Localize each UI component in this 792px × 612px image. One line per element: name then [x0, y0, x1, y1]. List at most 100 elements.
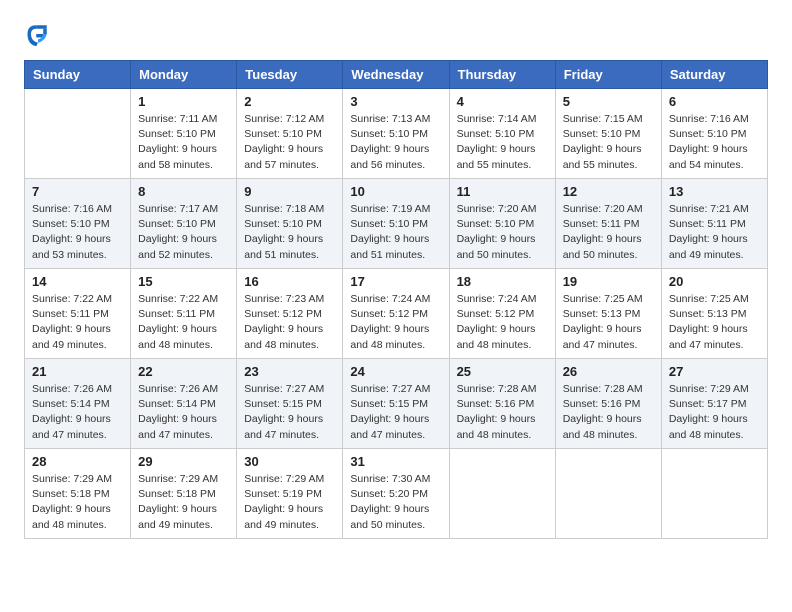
day-info: Sunrise: 7:17 AMSunset: 5:10 PMDaylight:…	[138, 202, 229, 263]
calendar-cell: 1Sunrise: 7:11 AMSunset: 5:10 PMDaylight…	[131, 89, 237, 179]
calendar-cell: 16 Sunrise: 7:23 AMSunset: 5:12 PMDayligh…	[237, 269, 343, 359]
day-info: Sunrise: 7:26 AMSunset: 5:14 PMDaylight:…	[138, 382, 229, 443]
day-number: 2	[244, 94, 335, 109]
day-number: 27	[669, 364, 760, 379]
day-number: 3	[350, 94, 441, 109]
day-info: Sunrise: 7:18 AMSunset: 5:10 PMDaylight:…	[244, 202, 335, 263]
calendar-cell: 30 Sunrise: 7:29 AMSunset: 5:19 PMDayligh…	[237, 449, 343, 539]
day-info: Sunrise: 7:12 AMSunset: 5:10 PMDaylight:…	[244, 112, 335, 173]
weekday-header-tuesday: Tuesday	[237, 61, 343, 89]
day-number: 7	[32, 184, 123, 199]
weekday-header-friday: Friday	[555, 61, 661, 89]
calendar-cell: 8 Sunrise: 7:17 AMSunset: 5:10 PMDaylight…	[131, 179, 237, 269]
day-info: Sunrise: 7:15 AMSunset: 5:10 PMDaylight:…	[563, 112, 654, 173]
calendar-cell: 9 Sunrise: 7:18 AMSunset: 5:10 PMDaylight…	[237, 179, 343, 269]
calendar-cell: 19Sunrise: 7:25 AMSunset: 5:13 PMDayligh…	[555, 269, 661, 359]
day-number: 10	[350, 184, 441, 199]
calendar-cell: 4Sunrise: 7:14 AMSunset: 5:10 PMDaylight…	[449, 89, 555, 179]
day-info: Sunrise: 7:16 AMSunset: 5:10 PMDaylight:…	[669, 112, 760, 173]
calendar-cell: 3 Sunrise: 7:13 AMSunset: 5:10 PMDaylight…	[343, 89, 449, 179]
day-number: 26	[563, 364, 654, 379]
weekday-header-wednesday: Wednesday	[343, 61, 449, 89]
day-info: Sunrise: 7:16 AMSunset: 5:10 PMDaylight:…	[32, 202, 123, 263]
calendar-cell: 28 Sunrise: 7:29 AMSunset: 5:18 PMDayligh…	[25, 449, 131, 539]
day-info: Sunrise: 7:22 AMSunset: 5:11 PMDaylight:…	[32, 292, 123, 353]
calendar-cell: 10Sunrise: 7:19 AMSunset: 5:10 PMDayligh…	[343, 179, 449, 269]
calendar-cell	[661, 449, 767, 539]
day-info: Sunrise: 7:22 AMSunset: 5:11 PMDaylight:…	[138, 292, 229, 353]
day-number: 20	[669, 274, 760, 289]
calendar-cell: 26Sunrise: 7:28 AMSunset: 5:16 PMDayligh…	[555, 359, 661, 449]
calendar-cell: 23Sunrise: 7:27 AMSunset: 5:15 PMDayligh…	[237, 359, 343, 449]
calendar-cell: 15 Sunrise: 7:22 AMSunset: 5:11 PMDayligh…	[131, 269, 237, 359]
day-info: Sunrise: 7:24 AMSunset: 5:12 PMDaylight:…	[457, 292, 548, 353]
day-info: Sunrise: 7:25 AMSunset: 5:13 PMDaylight:…	[563, 292, 654, 353]
day-number: 13	[669, 184, 760, 199]
calendar-cell: 13 Sunrise: 7:21 AMSunset: 5:11 PMDayligh…	[661, 179, 767, 269]
calendar-header: SundayMondayTuesdayWednesdayThursdayFrid…	[25, 61, 768, 89]
day-number: 9	[244, 184, 335, 199]
day-info: Sunrise: 7:20 AMSunset: 5:11 PMDaylight:…	[563, 202, 654, 263]
day-info: Sunrise: 7:25 AMSunset: 5:13 PMDaylight:…	[669, 292, 760, 353]
day-number: 14	[32, 274, 123, 289]
day-info: Sunrise: 7:24 AMSunset: 5:12 PMDaylight:…	[350, 292, 441, 353]
calendar-cell: 14 Sunrise: 7:22 AMSunset: 5:11 PMDayligh…	[25, 269, 131, 359]
day-number: 16	[244, 274, 335, 289]
logo-icon	[24, 20, 52, 48]
day-number: 18	[457, 274, 548, 289]
day-info: Sunrise: 7:13 AMSunset: 5:10 PMDaylight:…	[350, 112, 441, 173]
calendar-week-2: 7 Sunrise: 7:16 AMSunset: 5:10 PMDaylight…	[25, 179, 768, 269]
day-info: Sunrise: 7:20 AMSunset: 5:10 PMDaylight:…	[457, 202, 548, 263]
calendar-cell	[555, 449, 661, 539]
day-number: 31	[350, 454, 441, 469]
day-info: Sunrise: 7:28 AMSunset: 5:16 PMDaylight:…	[457, 382, 548, 443]
day-number: 15	[138, 274, 229, 289]
calendar-cell: 5 Sunrise: 7:15 AMSunset: 5:10 PMDaylight…	[555, 89, 661, 179]
calendar-cell: 7 Sunrise: 7:16 AMSunset: 5:10 PMDaylight…	[25, 179, 131, 269]
day-info: Sunrise: 7:29 AMSunset: 5:18 PMDaylight:…	[32, 472, 123, 533]
calendar-cell: 24 Sunrise: 7:27 AMSunset: 5:15 PMDayligh…	[343, 359, 449, 449]
calendar-cell	[449, 449, 555, 539]
day-info: Sunrise: 7:21 AMSunset: 5:11 PMDaylight:…	[669, 202, 760, 263]
weekday-header-saturday: Saturday	[661, 61, 767, 89]
calendar-cell: 11Sunrise: 7:20 AMSunset: 5:10 PMDayligh…	[449, 179, 555, 269]
calendar-cell: 6 Sunrise: 7:16 AMSunset: 5:10 PMDaylight…	[661, 89, 767, 179]
day-info: Sunrise: 7:29 AMSunset: 5:18 PMDaylight:…	[138, 472, 229, 533]
calendar-cell: 2 Sunrise: 7:12 AMSunset: 5:10 PMDaylight…	[237, 89, 343, 179]
calendar-cell: 27 Sunrise: 7:29 AMSunset: 5:17 PMDayligh…	[661, 359, 767, 449]
day-info: Sunrise: 7:27 AMSunset: 5:15 PMDaylight:…	[244, 382, 335, 443]
calendar-cell: 18 Sunrise: 7:24 AMSunset: 5:12 PMDayligh…	[449, 269, 555, 359]
day-info: Sunrise: 7:27 AMSunset: 5:15 PMDaylight:…	[350, 382, 441, 443]
day-number: 29	[138, 454, 229, 469]
day-number: 21	[32, 364, 123, 379]
day-number: 8	[138, 184, 229, 199]
day-info: Sunrise: 7:30 AMSunset: 5:20 PMDaylight:…	[350, 472, 441, 533]
day-info: Sunrise: 7:29 AMSunset: 5:19 PMDaylight:…	[244, 472, 335, 533]
calendar-week-4: 21 Sunrise: 7:26 AMSunset: 5:14 PMDayligh…	[25, 359, 768, 449]
calendar-cell: 21 Sunrise: 7:26 AMSunset: 5:14 PMDayligh…	[25, 359, 131, 449]
calendar-cell	[25, 89, 131, 179]
day-number: 30	[244, 454, 335, 469]
day-info: Sunrise: 7:14 AMSunset: 5:10 PMDaylight:…	[457, 112, 548, 173]
day-number: 22	[138, 364, 229, 379]
day-info: Sunrise: 7:11 AMSunset: 5:10 PMDaylight:…	[138, 112, 229, 173]
day-number: 6	[669, 94, 760, 109]
calendar-week-1: 1Sunrise: 7:11 AMSunset: 5:10 PMDaylight…	[25, 89, 768, 179]
day-info: Sunrise: 7:29 AMSunset: 5:17 PMDaylight:…	[669, 382, 760, 443]
calendar-cell: 25 Sunrise: 7:28 AMSunset: 5:16 PMDayligh…	[449, 359, 555, 449]
day-number: 24	[350, 364, 441, 379]
day-info: Sunrise: 7:26 AMSunset: 5:14 PMDaylight:…	[32, 382, 123, 443]
calendar-cell: 31 Sunrise: 7:30 AMSunset: 5:20 PMDayligh…	[343, 449, 449, 539]
calendar-cell: 12Sunrise: 7:20 AMSunset: 5:11 PMDayligh…	[555, 179, 661, 269]
page-header	[24, 20, 768, 48]
weekday-header-monday: Monday	[131, 61, 237, 89]
day-number: 28	[32, 454, 123, 469]
calendar-cell: 20 Sunrise: 7:25 AMSunset: 5:13 PMDayligh…	[661, 269, 767, 359]
weekday-header-sunday: Sunday	[25, 61, 131, 89]
calendar-body: 1Sunrise: 7:11 AMSunset: 5:10 PMDaylight…	[25, 89, 768, 539]
day-number: 25	[457, 364, 548, 379]
calendar-cell: 22 Sunrise: 7:26 AMSunset: 5:14 PMDayligh…	[131, 359, 237, 449]
day-number: 5	[563, 94, 654, 109]
logo	[24, 20, 56, 48]
day-info: Sunrise: 7:23 AMSunset: 5:12 PMDaylight:…	[244, 292, 335, 353]
